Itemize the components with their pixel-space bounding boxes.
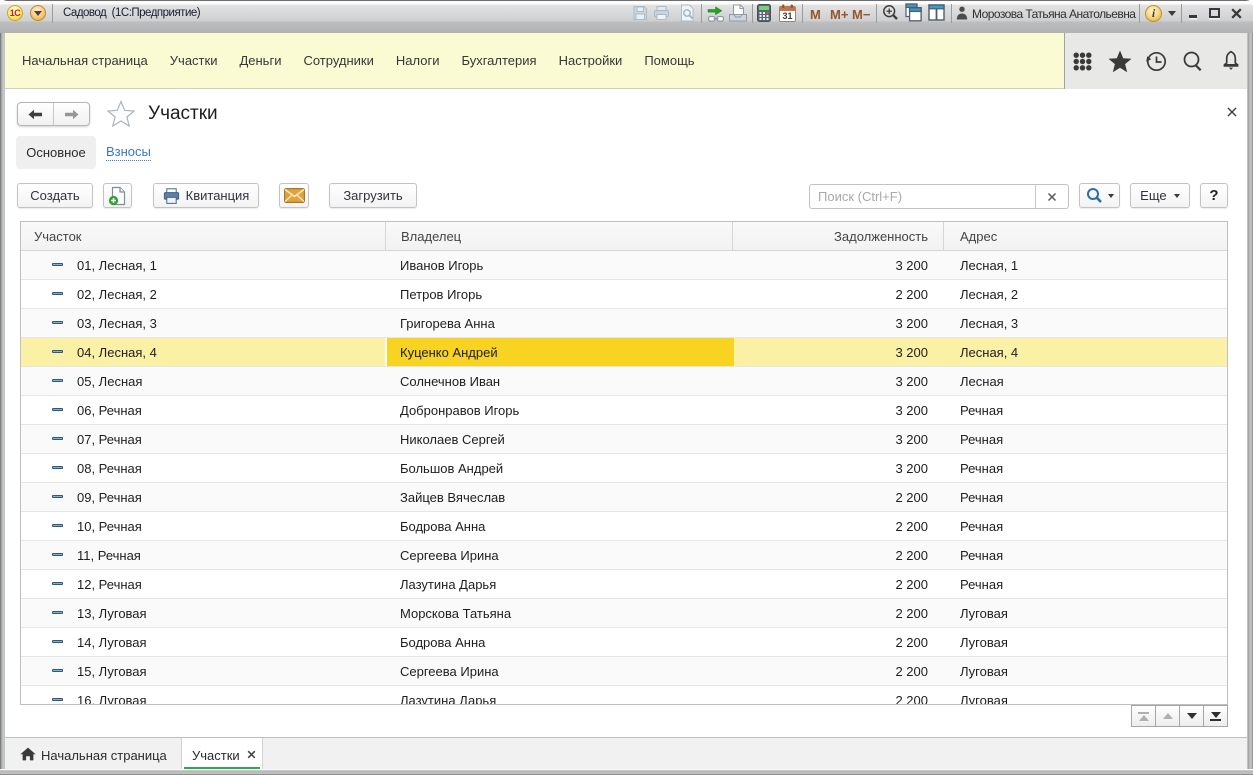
svg-text:31: 31: [782, 11, 792, 21]
